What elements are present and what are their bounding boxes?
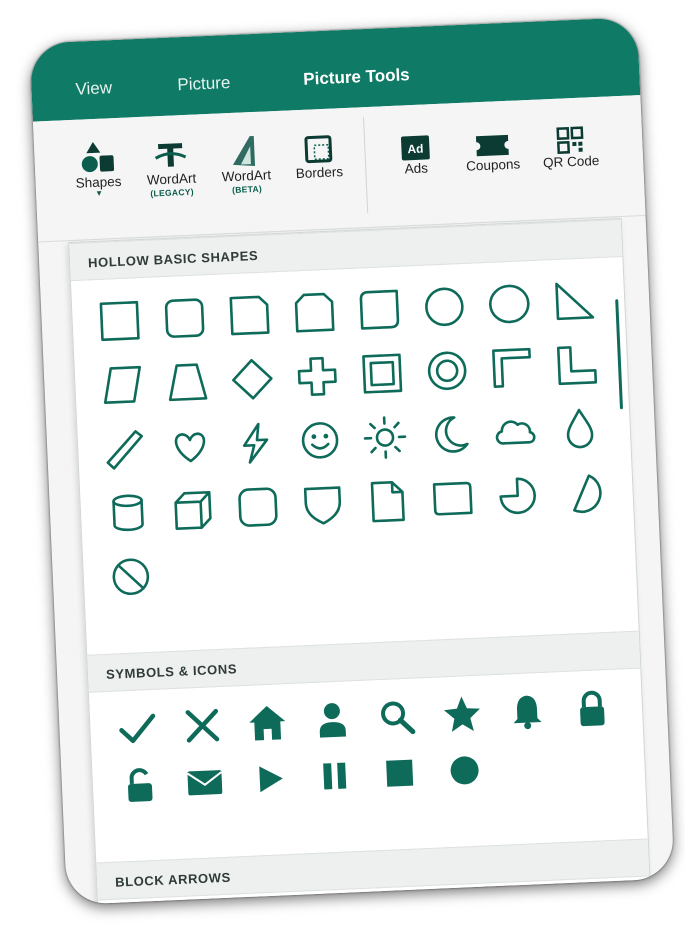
- shield-icon[interactable]: [288, 471, 356, 538]
- stop-icon[interactable]: [365, 744, 432, 803]
- qr-code-icon: [535, 115, 605, 156]
- person-icon[interactable]: [298, 691, 365, 750]
- wordart-beta-button[interactable]: WordArt (BETA): [212, 129, 281, 196]
- wordart-beta-icon: [212, 129, 280, 170]
- coupons-label: Coupons: [465, 156, 521, 174]
- envelope-icon[interactable]: [171, 752, 238, 811]
- snipped-corner-square-icon[interactable]: [215, 282, 283, 349]
- lightning-icon[interactable]: [221, 410, 289, 477]
- tab-picture[interactable]: Picture: [177, 73, 231, 95]
- trapezoid-icon[interactable]: [153, 349, 221, 416]
- right-triangle-icon[interactable]: [540, 268, 608, 335]
- ribbon-separator: [363, 117, 369, 214]
- frame-icon[interactable]: [348, 340, 416, 407]
- snipped-two-corners-square-icon[interactable]: [280, 279, 348, 346]
- wordart-legacy-sublabel: (LEGACY): [150, 186, 195, 199]
- ads-label: Ads: [404, 160, 429, 177]
- checkmark-icon[interactable]: [103, 699, 170, 758]
- shapes-button[interactable]: Shapes ▼: [66, 135, 131, 199]
- teardrop-icon[interactable]: [545, 396, 613, 463]
- scrollbar[interactable]: [615, 299, 623, 410]
- home-icon[interactable]: [233, 694, 300, 753]
- play-icon[interactable]: [236, 750, 303, 809]
- ellipse-icon[interactable]: [475, 271, 543, 338]
- borders-button[interactable]: Borders: [285, 126, 351, 182]
- wordart-beta-label: WordArt: [221, 167, 272, 185]
- tab-view[interactable]: View: [75, 78, 112, 100]
- coupons-button[interactable]: Coupons: [457, 118, 527, 174]
- wordart-legacy-icon: [138, 132, 204, 173]
- folded-corner-icon[interactable]: [353, 468, 421, 535]
- star-icon[interactable]: [428, 685, 495, 744]
- plaque-icon[interactable]: [418, 465, 486, 532]
- smiley-icon[interactable]: [286, 407, 354, 474]
- coupon-icon: [457, 118, 527, 159]
- sun-icon[interactable]: [351, 404, 419, 471]
- pie-icon[interactable]: [483, 462, 551, 529]
- ads-button[interactable]: Ad Ads: [389, 122, 441, 177]
- lock-icon[interactable]: [558, 679, 625, 738]
- magnifier-icon[interactable]: [363, 688, 430, 747]
- hollow-shapes-grid: [85, 268, 618, 610]
- qr-code-button[interactable]: QR Code: [535, 115, 605, 171]
- rounded-square-icon[interactable]: [150, 285, 218, 352]
- rounded-corner-square-icon[interactable]: [345, 276, 413, 343]
- section-header-block-arrows: BLOCK ARROWS: [96, 838, 650, 901]
- wordart-legacy-button[interactable]: WordArt (LEGACY): [138, 132, 205, 199]
- cube-icon[interactable]: [159, 477, 227, 544]
- half-frame-icon[interactable]: [478, 335, 546, 402]
- l-shape-icon[interactable]: [543, 332, 611, 399]
- tab-picture-tools[interactable]: Picture Tools: [303, 65, 410, 90]
- heart-icon[interactable]: [156, 413, 224, 480]
- diagonal-stripe-icon[interactable]: [91, 416, 159, 483]
- cylinder-icon[interactable]: [94, 479, 162, 546]
- symbols-grid: [103, 679, 627, 814]
- diamond-icon[interactable]: [218, 346, 286, 413]
- bevel-icon[interactable]: [224, 474, 292, 541]
- no-symbol-icon[interactable]: [96, 543, 164, 610]
- plus-shape-icon[interactable]: [283, 343, 351, 410]
- cloud-icon[interactable]: [481, 399, 549, 466]
- moon-icon[interactable]: [416, 401, 484, 468]
- circle-icon[interactable]: [410, 273, 478, 340]
- wordart-legacy-label: WordArt: [146, 170, 197, 188]
- square-icon[interactable]: [85, 288, 153, 355]
- bell-icon[interactable]: [493, 682, 560, 741]
- parallelogram-icon[interactable]: [88, 352, 156, 419]
- svg-text:Ad: Ad: [407, 142, 424, 157]
- x-icon[interactable]: [168, 696, 235, 755]
- shapes-dropdown-panel: HOLLOW BASIC SHAPES SYMBOLS & ICONS BLOC…: [68, 218, 652, 905]
- shapes-icon: [66, 135, 130, 176]
- record-circle-icon[interactable]: [430, 741, 497, 800]
- chord-icon[interactable]: [548, 460, 616, 527]
- unlock-icon[interactable]: [106, 755, 173, 814]
- app-window: View Picture Picture Tools Shapes ▼ Word…: [29, 17, 675, 905]
- borders-icon: [285, 126, 351, 167]
- pause-icon[interactable]: [301, 747, 368, 806]
- qr-code-label: QR Code: [542, 152, 600, 171]
- donut-icon[interactable]: [413, 337, 481, 404]
- borders-label: Borders: [295, 164, 344, 182]
- wordart-beta-sublabel: (BETA): [231, 183, 263, 195]
- ads-icon: Ad: [389, 122, 441, 162]
